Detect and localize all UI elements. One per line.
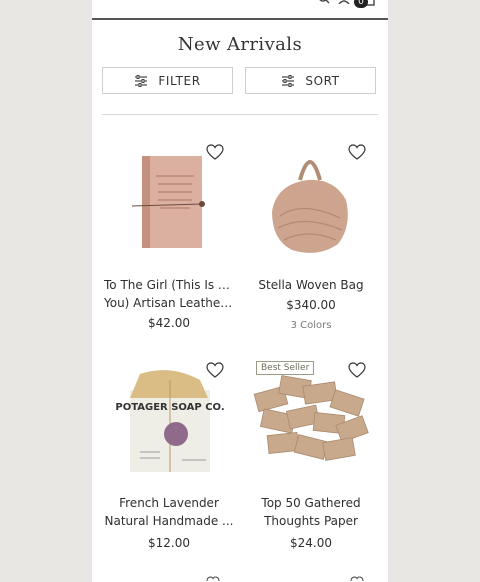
heart-icon[interactable] (206, 576, 220, 582)
filter-button[interactable]: FILTER (102, 67, 233, 94)
product-price: $24.00 (290, 536, 332, 550)
filter-button-label: FILTER (158, 73, 201, 88)
sort-button-label: SORT (305, 73, 340, 88)
product-image-paper-notes[interactable] (242, 360, 380, 484)
account-icon[interactable] (338, 0, 350, 4)
product-name[interactable]: French Lavender Natural Handmade ... (104, 494, 234, 530)
search-icon[interactable] (318, 0, 330, 4)
product-price: $42.00 (148, 316, 190, 330)
product-price: $12.00 (148, 536, 190, 550)
mobile-screen: 0 New Arrivals FILTER SORT To The Girl (… (92, 0, 388, 582)
heart-icon[interactable] (206, 144, 224, 160)
heart-icon[interactable] (350, 576, 364, 582)
best-seller-badge: Best Seller (256, 361, 315, 375)
product-name[interactable]: Top 50 Gathered Thoughts Paper (246, 494, 376, 530)
page-title: New Arrivals (177, 34, 303, 55)
product-name[interactable]: Stella Woven Bag (246, 276, 376, 294)
sort-icon (282, 74, 295, 87)
top-navigation: 0 (92, 0, 388, 20)
filter-icon (135, 74, 148, 87)
product-colors: 3 Colors (290, 320, 332, 331)
sort-button[interactable]: SORT (245, 67, 376, 94)
product-image-soap[interactable]: POTAGER SOAP CO. (100, 360, 238, 484)
product-image-text: POTAGER SOAP CO. (115, 402, 224, 413)
divider (102, 114, 378, 115)
menu-icon[interactable] (104, 0, 120, 1)
cart-count-badge: 0 (354, 0, 368, 8)
product-name[interactable]: To The Girl (This Is For You) Artisan Le… (104, 276, 234, 312)
heart-icon[interactable] (206, 362, 224, 378)
heart-icon[interactable] (348, 362, 366, 378)
heart-icon[interactable] (348, 144, 366, 160)
product-price: $340.00 (286, 298, 336, 312)
